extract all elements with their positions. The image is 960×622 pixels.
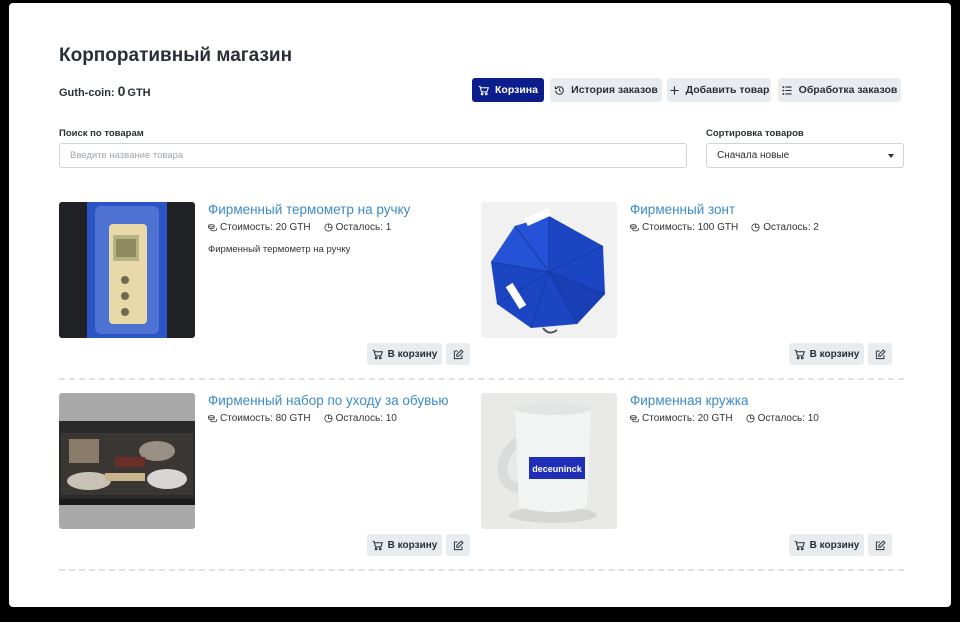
search-input[interactable]: Введите название товара — [59, 143, 687, 168]
cart-icon — [372, 349, 383, 359]
product-name[interactable]: Фирменный зонт — [630, 202, 735, 217]
cart-icon — [794, 540, 805, 550]
product-meta: Стоимость: 20 GTH Осталось: 1 — [208, 222, 391, 233]
sort-select[interactable]: Сначала новые — [706, 143, 904, 168]
chevron-down-icon — [888, 154, 894, 158]
product-price: Стоимость: 100 GTH — [642, 222, 739, 233]
order-history-label: История заказов — [571, 84, 658, 96]
product-price: Стоимость: 80 GTH — [220, 413, 311, 424]
edit-product-button[interactable] — [868, 534, 892, 556]
coins-icon — [630, 415, 639, 423]
add-to-cart-label: В корзину — [387, 539, 438, 551]
add-to-cart-button[interactable]: В корзину — [367, 343, 442, 365]
process-orders-button[interactable]: Обработка заказов — [778, 78, 901, 102]
pie-icon — [324, 414, 333, 423]
product-image-thermometer — [59, 202, 195, 338]
product-description: Фирменный термометр на ручку — [208, 244, 351, 255]
list-icon — [782, 85, 792, 95]
coins-icon — [208, 224, 217, 232]
cart-icon — [794, 349, 805, 359]
edit-product-button[interactable] — [868, 343, 892, 365]
product-price: Стоимость: 20 GTH — [642, 413, 733, 424]
product-meta: Стоимость: 20 GTH Осталось: 10 — [630, 413, 819, 424]
cart-button-label: Корзина — [495, 84, 538, 96]
product-stock: Осталось: 10 — [335, 413, 397, 424]
mug-brand-text: deceuninck — [532, 464, 583, 474]
coins-icon — [630, 224, 639, 232]
coin-balance: Guth-coin: 0 GTH — [59, 83, 151, 99]
cart-icon — [478, 85, 490, 95]
process-orders-label: Обработка заказов — [798, 84, 898, 96]
sort-selected-value: Сначала новые — [717, 150, 790, 161]
coin-unit: GTH — [127, 87, 151, 99]
product-price: Стоимость: 20 GTH — [220, 222, 311, 233]
pie-icon — [751, 223, 760, 232]
coin-label: Guth-coin: — [59, 87, 115, 99]
add-to-cart-button[interactable]: В корзину — [367, 534, 442, 556]
product-image-mug: deceuninck — [481, 393, 617, 529]
product-stock: Осталось: 2 — [763, 222, 819, 233]
product-card: Фирменный термометр на ручку Стоимость: … — [59, 202, 471, 366]
edit-product-button[interactable] — [446, 343, 470, 365]
history-icon — [555, 85, 564, 95]
coin-amount: 0 — [117, 83, 126, 99]
product-image-umbrella — [481, 202, 617, 338]
product-card: Фирменный зонт Стоимость: 100 GTH Остало… — [481, 202, 893, 366]
sort-label: Сортировка товаров — [706, 128, 804, 139]
page-title: Корпоративный магазин — [59, 45, 293, 66]
product-meta: Стоимость: 80 GTH Осталось: 10 — [208, 413, 397, 424]
add-to-cart-button[interactable]: В корзину — [789, 343, 864, 365]
add-to-cart-label: В корзину — [809, 539, 860, 551]
row-divider — [59, 378, 904, 380]
product-name[interactable]: Фирменная кружка — [630, 393, 749, 408]
add-product-label: Добавить товар — [685, 84, 770, 96]
product-stock: Осталось: 1 — [335, 222, 392, 233]
product-card: Фирменный набор по уходу за обувью Стоим… — [59, 393, 471, 557]
product-card: deceuninck Фирменная кружка Стоимость: 2… — [481, 393, 893, 557]
pie-icon — [746, 414, 755, 423]
search-label: Поиск по товарам — [59, 128, 144, 139]
plus-icon — [669, 85, 679, 95]
product-name[interactable]: Фирменный термометр на ручку — [208, 202, 410, 217]
order-history-button[interactable]: История заказов — [550, 78, 662, 102]
shop-window: Корпоративный магазин Guth-coin: 0 GTH Кор… — [9, 3, 951, 607]
coins-icon — [208, 415, 217, 423]
cart-icon — [372, 540, 383, 550]
product-stock: Осталось: 10 — [757, 413, 819, 424]
edit-icon — [875, 539, 886, 550]
product-meta: Стоимость: 100 GTH Осталось: 2 — [630, 222, 819, 233]
row-divider — [59, 569, 904, 571]
add-to-cart-label: В корзину — [809, 348, 860, 360]
search-placeholder: Введите название товара — [70, 150, 184, 161]
edit-icon — [453, 539, 464, 550]
cart-button[interactable]: Корзина — [472, 78, 544, 102]
edit-product-button[interactable] — [446, 534, 470, 556]
product-image-shoe-care-kit — [59, 393, 195, 529]
pie-icon — [324, 223, 333, 232]
add-to-cart-button[interactable]: В корзину — [789, 534, 864, 556]
edit-icon — [453, 348, 464, 359]
product-name[interactable]: Фирменный набор по уходу за обувью — [208, 393, 448, 408]
edit-icon — [875, 348, 886, 359]
add-product-button[interactable]: Добавить товар — [667, 78, 771, 102]
add-to-cart-label: В корзину — [387, 348, 438, 360]
